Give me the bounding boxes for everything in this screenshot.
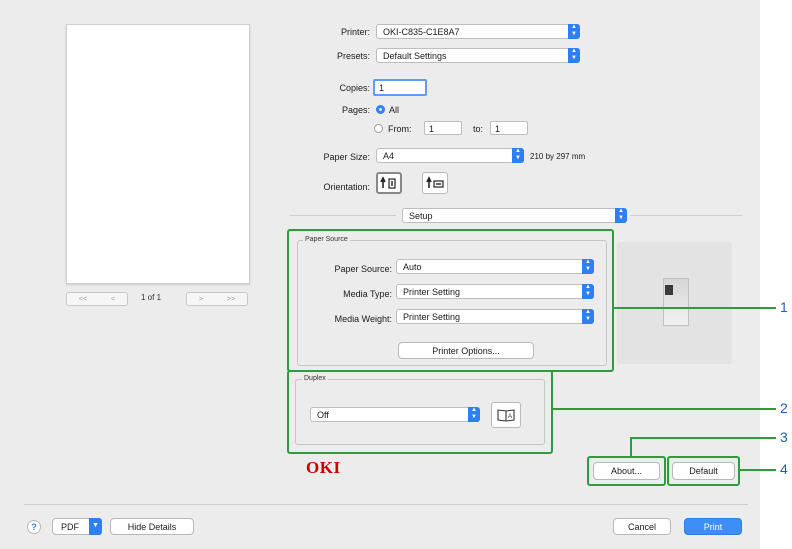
highlight-box-1 bbox=[287, 229, 614, 372]
portrait-orientation-icon[interactable] bbox=[376, 172, 402, 194]
default-button[interactable]: Default bbox=[672, 462, 735, 480]
last-page-button[interactable]: >> bbox=[227, 296, 235, 303]
pages-all-radio[interactable] bbox=[376, 105, 385, 114]
paper-size-label: Paper Size: bbox=[323, 152, 370, 162]
chevron-updown-icon: ▲ ▼ bbox=[568, 24, 580, 39]
cancel-button[interactable]: Cancel bbox=[613, 518, 671, 535]
callout-line-1 bbox=[614, 307, 776, 309]
chevron-updown-icon: ▲ ▼ bbox=[512, 148, 524, 163]
pages-from-input[interactable]: 1 bbox=[424, 121, 462, 135]
pdf-label: PDF bbox=[61, 522, 79, 532]
paper-dimensions: 210 by 297 mm bbox=[530, 152, 586, 161]
pages-to-input[interactable]: 1 bbox=[490, 121, 528, 135]
preview-forward-controls[interactable]: > >> bbox=[186, 292, 248, 306]
chevron-updown-icon: ▲ ▼ bbox=[568, 48, 580, 63]
copies-label: Copies: bbox=[339, 83, 370, 93]
printer-value: OKI-C835-C1E8A7 bbox=[383, 27, 460, 37]
printer-image bbox=[663, 278, 689, 326]
printer-panel-detail bbox=[665, 285, 673, 295]
printer-illustration-panel bbox=[617, 242, 732, 364]
page-preview bbox=[66, 24, 250, 284]
pages-from-label: From: bbox=[388, 124, 412, 134]
orientation-label: Orientation: bbox=[323, 182, 370, 192]
pages-label: Pages: bbox=[341, 105, 370, 115]
preview-back-controls[interactable]: << < bbox=[66, 292, 128, 306]
chevron-down-icon: ▼ bbox=[89, 518, 102, 535]
help-button[interactable]: ? bbox=[27, 520, 41, 534]
prev-page-button[interactable]: < bbox=[111, 296, 115, 303]
section-popup[interactable]: Setup ▲ ▼ bbox=[402, 208, 627, 223]
oki-logo: OKI bbox=[306, 458, 341, 477]
hide-details-button[interactable]: Hide Details bbox=[110, 518, 194, 535]
pages-from-radio[interactable] bbox=[374, 124, 383, 133]
bottom-separator bbox=[24, 504, 748, 505]
callout-line-3 bbox=[630, 437, 776, 439]
paper-size-popup[interactable]: A4 ▲ ▼ bbox=[376, 148, 524, 163]
printer-label: Printer: bbox=[340, 27, 370, 37]
copies-input[interactable]: 1 bbox=[373, 79, 427, 96]
presets-value: Default Settings bbox=[383, 51, 447, 61]
section-value: Setup bbox=[409, 211, 433, 221]
section-separator-left bbox=[290, 215, 396, 216]
first-page-button[interactable]: << bbox=[79, 296, 87, 303]
pages-to-label: to: bbox=[473, 124, 484, 134]
print-button[interactable]: Print bbox=[684, 518, 742, 535]
callout-number-1: 1 bbox=[780, 299, 788, 315]
section-separator-right bbox=[630, 215, 742, 216]
callout-line-4 bbox=[740, 469, 776, 471]
about-button[interactable]: About... bbox=[593, 462, 660, 480]
callout-number-2: 2 bbox=[780, 400, 788, 416]
printer-popup[interactable]: OKI-C835-C1E8A7 ▲ ▼ bbox=[376, 24, 580, 39]
presets-popup[interactable]: Default Settings ▲ ▼ bbox=[376, 48, 580, 63]
chevron-updown-icon: ▲ ▼ bbox=[615, 208, 627, 223]
page-indicator: 1 of 1 bbox=[141, 293, 162, 302]
paper-size-value: A4 bbox=[383, 151, 395, 161]
callout-line-3-vertical bbox=[630, 437, 632, 457]
callout-line-2 bbox=[553, 408, 776, 410]
callout-number-4: 4 bbox=[780, 461, 788, 477]
callout-number-3: 3 bbox=[780, 429, 788, 445]
next-page-button[interactable]: > bbox=[199, 296, 203, 303]
highlight-box-2 bbox=[287, 370, 553, 454]
pdf-menu-button[interactable]: PDF ▼ bbox=[52, 518, 102, 535]
pages-all-label: All bbox=[389, 105, 400, 115]
landscape-orientation-icon[interactable] bbox=[422, 172, 448, 194]
presets-label: Presets: bbox=[336, 51, 370, 61]
